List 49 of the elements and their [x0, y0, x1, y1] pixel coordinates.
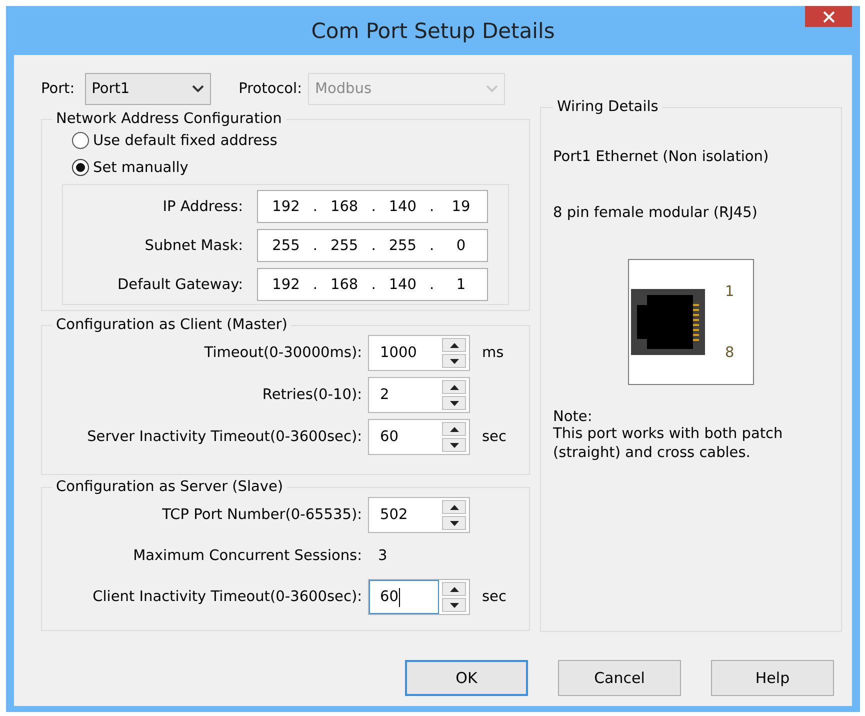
field-label: TCP Port Number(0-65535): [161, 507, 362, 523]
spin-up-button[interactable] [442, 582, 466, 596]
group-title: Configuration as Client (Master) [55, 317, 288, 333]
spin-down-button[interactable] [442, 598, 466, 612]
field-label: Server Inactivity Timeout(0-3600sec): [86, 429, 362, 445]
window-title: Com Port Setup Details [311, 18, 555, 42]
up-arrow-icon [450, 586, 458, 592]
note-title: Note: [553, 409, 594, 425]
ip-field[interactable]: 192 . 168 . 140 . 19 [257, 190, 488, 223]
group-title: Wiring Details [556, 99, 660, 115]
ip-field[interactable]: 255 . 255 . 255 . 0 [257, 229, 488, 262]
pin-number: 8 [725, 344, 734, 360]
radio-label: Set manually [93, 160, 188, 176]
protocol-label: Protocol: [238, 81, 302, 97]
port-label: Port: [41, 81, 75, 97]
field-label: Subnet Mask: [144, 238, 243, 254]
value-text: 3 [377, 548, 388, 564]
pin-number: 1 [725, 284, 734, 300]
chevron-icon [486, 85, 498, 93]
group-title: Configuration as Server (Slave) [55, 479, 284, 495]
close-icon [822, 10, 834, 22]
field-label: IP Address: [162, 198, 243, 214]
chevron-icon [192, 85, 204, 93]
port-dropdown[interactable]: Port1 [84, 73, 211, 105]
dialog-button[interactable]: OK [405, 660, 528, 696]
radio-label: Use default fixed address [93, 132, 278, 148]
note-text: This port works with both patch (straight) and cross cables. [553, 425, 784, 463]
field-label: Maximum Concurrent Sessions: [132, 548, 362, 564]
dialog-button[interactable]: Cancel [558, 660, 681, 696]
radio-button[interactable] [72, 132, 89, 149]
close-button[interactable] [805, 6, 852, 27]
number-field[interactable]: 60 [369, 580, 439, 614]
down-arrow-icon [450, 602, 458, 608]
unit-label: ms [482, 345, 504, 361]
radio-option[interactable]: Set manually [72, 154, 519, 181]
field-label: Client Inactivity Timeout(0-3600sec): [92, 589, 362, 605]
radio-option[interactable]: Use default fixed address [72, 127, 519, 154]
radio-button[interactable] [72, 159, 89, 176]
unit-label: sec [482, 429, 506, 445]
ethernet-port-icon [631, 289, 705, 355]
unit-label: sec [482, 589, 506, 605]
group-title: Network Address Configuration [55, 111, 283, 127]
field-label: Timeout(0-30000ms): [203, 345, 362, 361]
ip-field[interactable]: 192 . 168 . 140 . 1 [257, 268, 488, 301]
dialog-button[interactable]: Help [711, 660, 834, 696]
field-label: Retries(0-10): [261, 387, 362, 403]
wiring-text: 8 pin female modular (RJ45) [553, 205, 758, 221]
field-label: Default Gateway: [118, 276, 243, 292]
wiring-text: Port1 Ethernet (Non isolation) [553, 149, 770, 165]
